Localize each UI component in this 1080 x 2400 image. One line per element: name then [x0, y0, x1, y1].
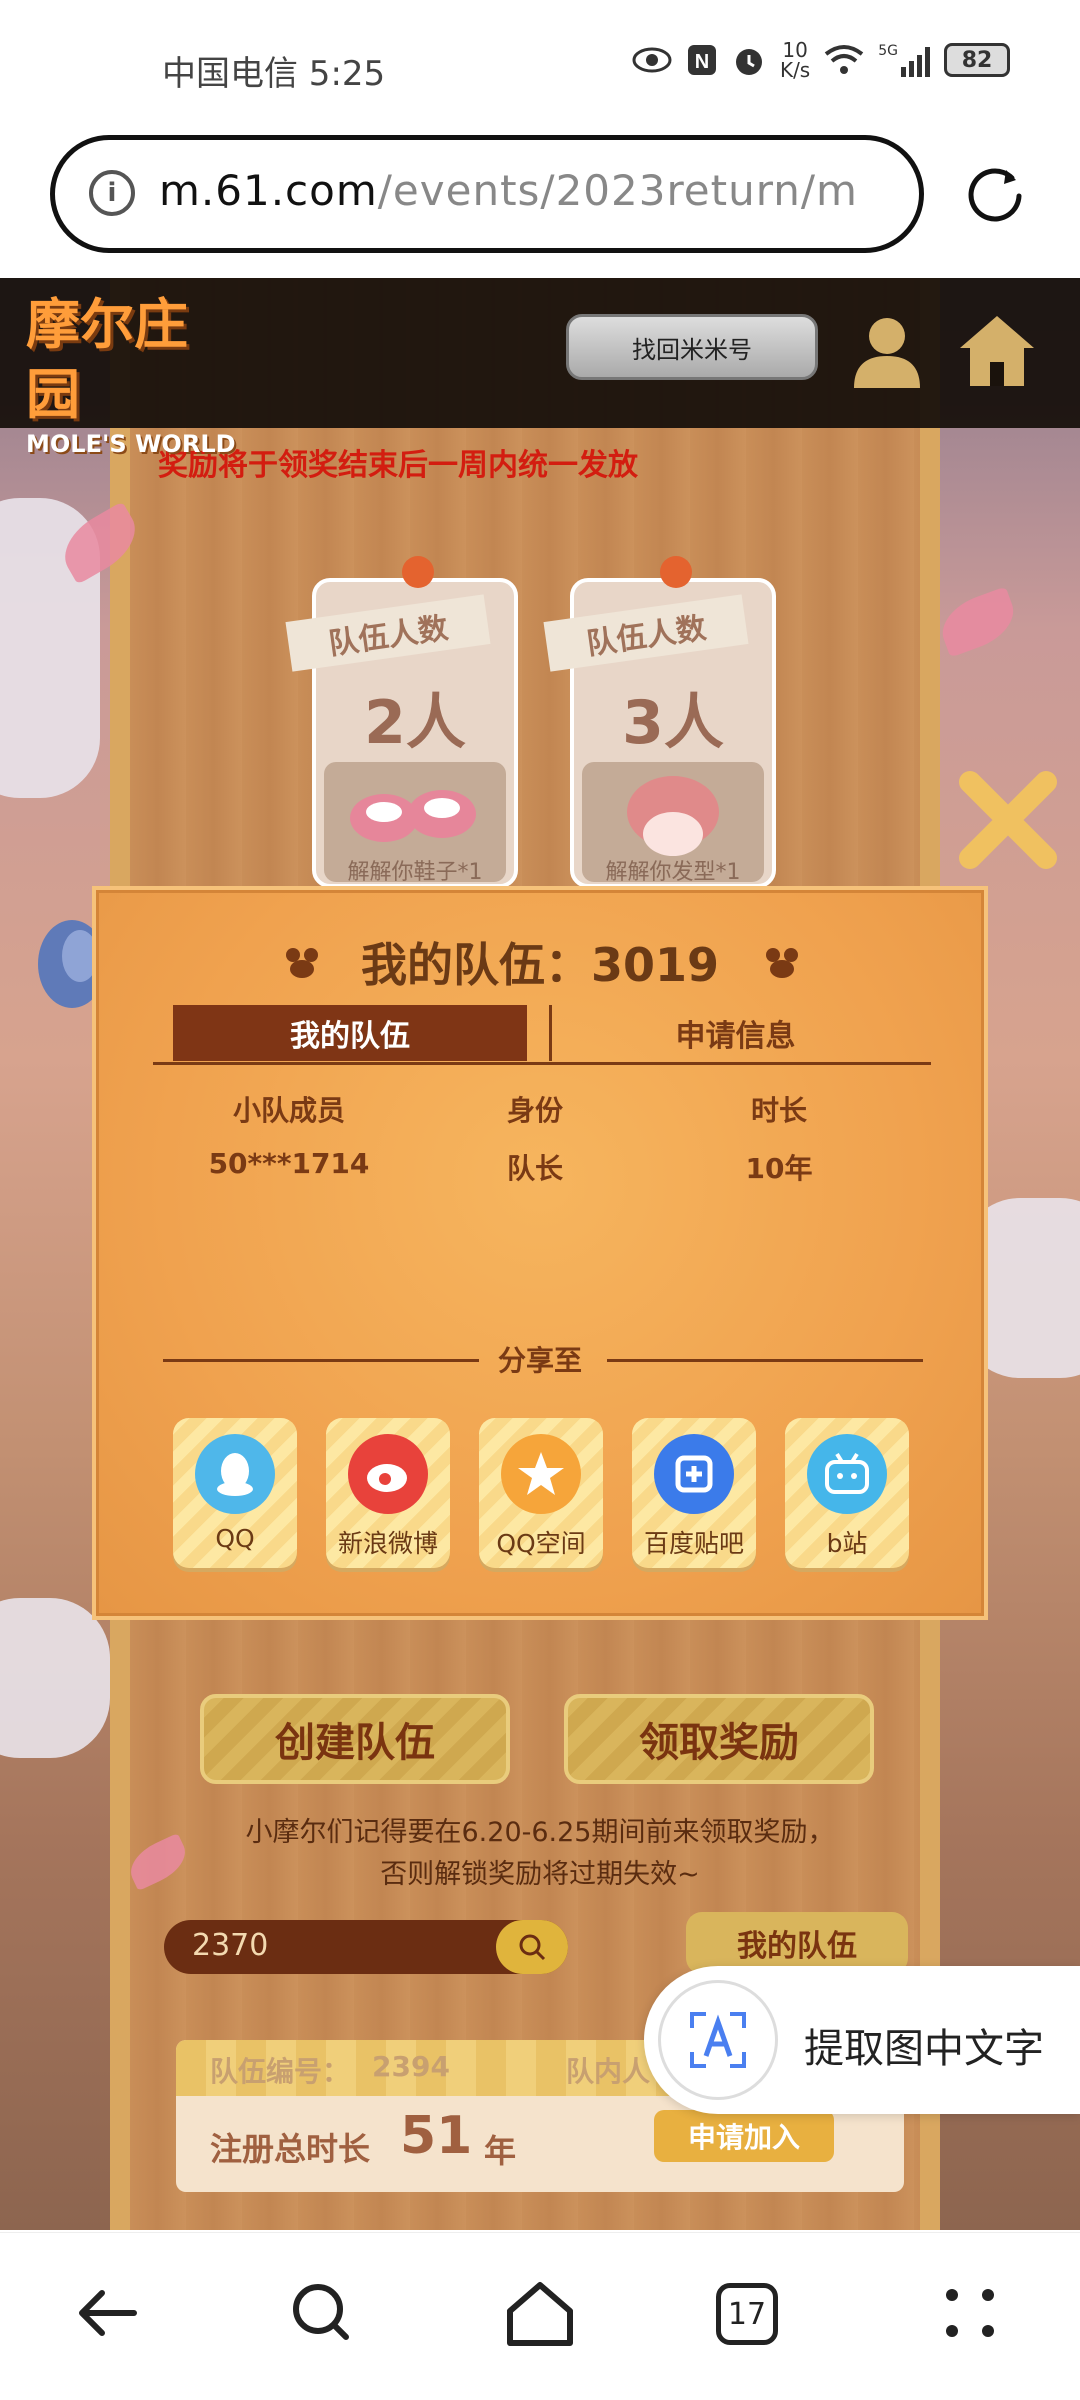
carrier-time: 中国电信 5:25 [162, 54, 386, 94]
member-duration: 10年 [745, 1152, 813, 1185]
search-icon[interactable] [282, 2273, 362, 2353]
dialog-title: 我的队伍：3019 [360, 938, 720, 992]
home-icon[interactable] [500, 2273, 580, 2353]
url-path: /events/2023return/m [377, 166, 858, 215]
share-label-qq: QQ [215, 1524, 255, 1553]
home-icon[interactable] [958, 312, 1036, 390]
site-logo[interactable]: 摩尔庄园 MOLE'S WORLD [26, 290, 236, 458]
column-header-role: 身份 [506, 1094, 563, 1127]
site-info-icon[interactable]: i [89, 170, 135, 216]
alarm-icon [735, 49, 762, 75]
qq-icon [195, 1434, 275, 1514]
search-icon[interactable] [496, 1920, 568, 1974]
tieba-icon [654, 1434, 734, 1514]
net-speed-value: 10 [782, 38, 808, 62]
address-bar[interactable]: i m.61.com/events/2023return/m [50, 135, 924, 253]
share-label-bilibili: b站 [826, 1529, 868, 1558]
team-size-count: 2人 [364, 688, 466, 758]
my-team-button[interactable]: 我的队伍 [686, 1912, 908, 1974]
reward-note-line1: 小摩尔们记得要在6.20-6.25期间前来领取奖励， [245, 1817, 835, 1848]
team-size-banner: 队伍人数 [543, 594, 749, 672]
claim-reward-button[interactable]: 领取奖励 [564, 1694, 874, 1784]
svg-text:N: N [695, 51, 709, 73]
team-search-input[interactable]: 2370 [164, 1920, 568, 1974]
share-qq-button[interactable]: QQ [173, 1418, 297, 1568]
duration-label: 注册总时长 [210, 2130, 371, 2168]
reward-caption: 解解你发型*1 [605, 860, 741, 885]
signal-label: 5G [878, 43, 898, 59]
site-header: 摩尔庄园 MOLE'S WORLD 找回米米号 [0, 278, 1080, 458]
search-value: 2370 [192, 1928, 269, 1963]
net-speed: 10 K/s [780, 40, 810, 80]
tabs-count-button[interactable]: 17 [716, 2283, 778, 2345]
close-icon[interactable] [956, 768, 1060, 872]
status-bar: 中国电信 5:25 N 10 K/s 5G 82 [0, 0, 1080, 130]
column-header-duration: 时长 [750, 1094, 807, 1127]
team-size-banner: 队伍人数 [285, 594, 491, 672]
team-size-count: 3人 [622, 688, 724, 758]
dialog-tabs: 我的队伍 申请信息 [153, 1001, 931, 1065]
share-label-weibo: 新浪微博 [337, 1529, 438, 1558]
browser-bottom-nav: 17 [0, 2232, 1080, 2400]
my-team-dialog: 我的队伍：3019 我的队伍 申请信息 小队成员 身份 时长 50***1714… [96, 890, 984, 1616]
tab-apply-info[interactable]: 申请信息 [549, 1005, 919, 1061]
share-label-tieba: 百度贴吧 [643, 1529, 744, 1558]
cloud-decoration [0, 1598, 110, 1758]
reload-icon[interactable] [962, 160, 1028, 226]
logo-en: MOLE'S WORLD [26, 430, 236, 458]
paw-icon [766, 948, 798, 978]
wifi-icon [825, 45, 864, 74]
share-label-qzone: QQ空间 [496, 1529, 586, 1558]
team-size-card-3: 队伍人数 3人 解解你发型*1 [543, 556, 776, 888]
divider [607, 1359, 923, 1362]
create-team-button[interactable]: 创建队伍 [200, 1694, 510, 1784]
pin-icon [402, 556, 434, 588]
share-qzone-button[interactable]: QQ空间 [479, 1418, 603, 1568]
duration-unit: 年 [484, 2132, 517, 2170]
bilibili-icon [807, 1434, 887, 1514]
members-label: 队内人 [566, 2055, 651, 2088]
extract-text-icon[interactable] [658, 1980, 778, 2100]
reward-caption: 解解你鞋子*1 [347, 860, 483, 885]
tab-my-team[interactable]: 我的队伍 [173, 1005, 527, 1061]
petal-decoration [934, 586, 1022, 658]
extract-text-popup[interactable]: 提取图中文字 [644, 1966, 1080, 2114]
qzone-icon [501, 1434, 581, 1514]
extract-text-label: 提取图中文字 [804, 2026, 1044, 2072]
battery-indicator: 82 [944, 43, 1010, 77]
share-bilibili-button[interactable]: b站 [785, 1418, 909, 1568]
url-text[interactable]: m.61.com/events/2023return/m [159, 166, 858, 215]
team-no-label: 队伍编号： [210, 2055, 351, 2088]
member-id: 50***1714 [208, 1147, 370, 1180]
team-size-card-2: 队伍人数 2人 解解你鞋子*1 [285, 556, 518, 888]
pin-icon [660, 556, 692, 588]
team-no: 2394 [372, 2050, 450, 2083]
weibo-icon [348, 1434, 428, 1514]
share-tieba-button[interactable]: 百度贴吧 [632, 1418, 756, 1568]
reward-note-line2: 否则解锁奖励将过期失效~ [380, 1859, 700, 1890]
user-icon[interactable] [848, 312, 926, 390]
logo-cn: 摩尔庄园 [26, 293, 188, 426]
share-weibo-button[interactable]: 新浪微博 [326, 1418, 450, 1568]
retrieve-mimi-button[interactable]: 找回米米号 [566, 314, 818, 380]
status-icons: N 10 K/s 5G 82 [632, 40, 1010, 80]
back-icon[interactable] [68, 2273, 148, 2353]
eye-icon [632, 47, 672, 73]
more-icon[interactable] [930, 2273, 1010, 2353]
apply-join-button[interactable]: 申请加入 [654, 2110, 834, 2162]
member-role: 队长 [506, 1152, 563, 1185]
signal-strength: 5G [878, 43, 930, 77]
column-header-member: 小队成员 [232, 1094, 345, 1127]
duration-value: 51 [400, 2106, 473, 2166]
url-domain: m.61.com [159, 166, 378, 215]
nfc-icon: N [687, 45, 716, 75]
net-speed-unit: K/s [779, 58, 811, 82]
